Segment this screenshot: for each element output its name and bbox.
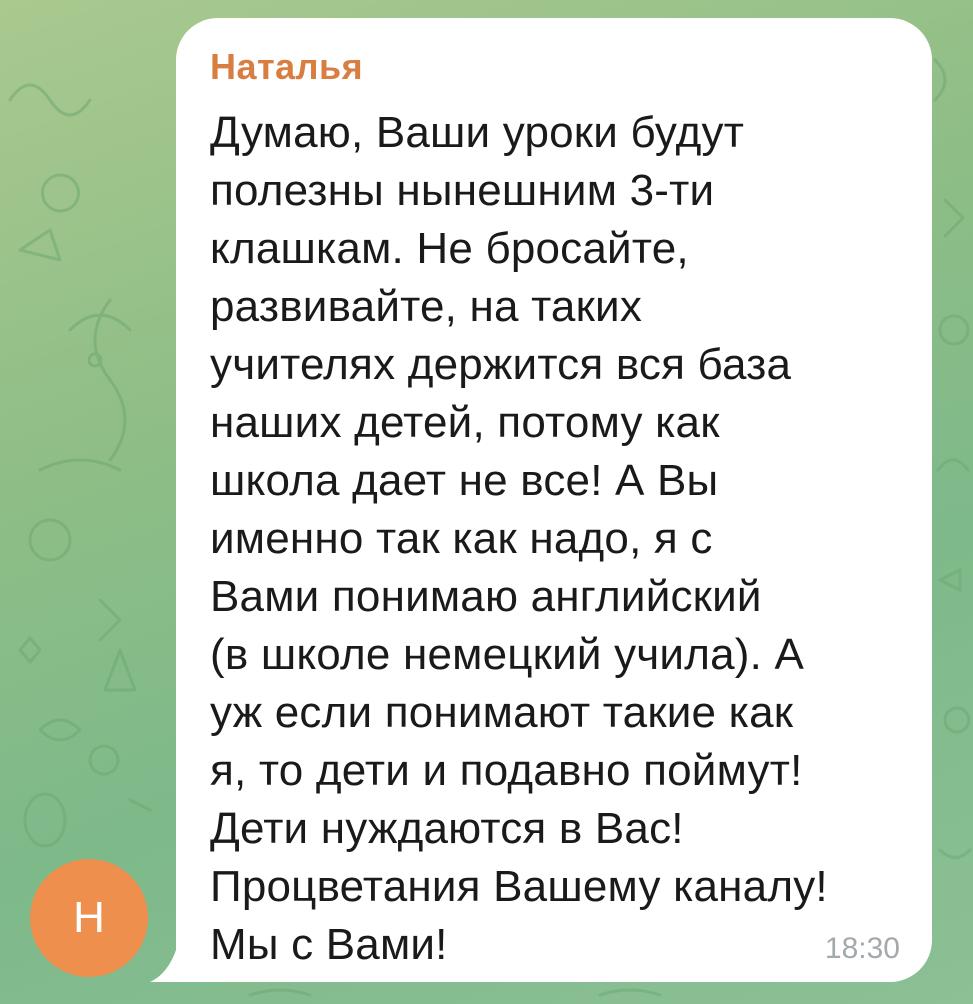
sender-avatar[interactable]: Н bbox=[30, 859, 148, 977]
message-time: 18:30 bbox=[824, 932, 900, 965]
sender-name[interactable]: Наталья bbox=[210, 46, 363, 88]
message-text: Думаю, Ваши уроки будут полезны нынешним… bbox=[210, 108, 828, 969]
avatar-initial: Н bbox=[73, 893, 105, 942]
message-bubble[interactable]: Наталья Думаю, Ваши уроки будут полезны … bbox=[176, 18, 932, 982]
